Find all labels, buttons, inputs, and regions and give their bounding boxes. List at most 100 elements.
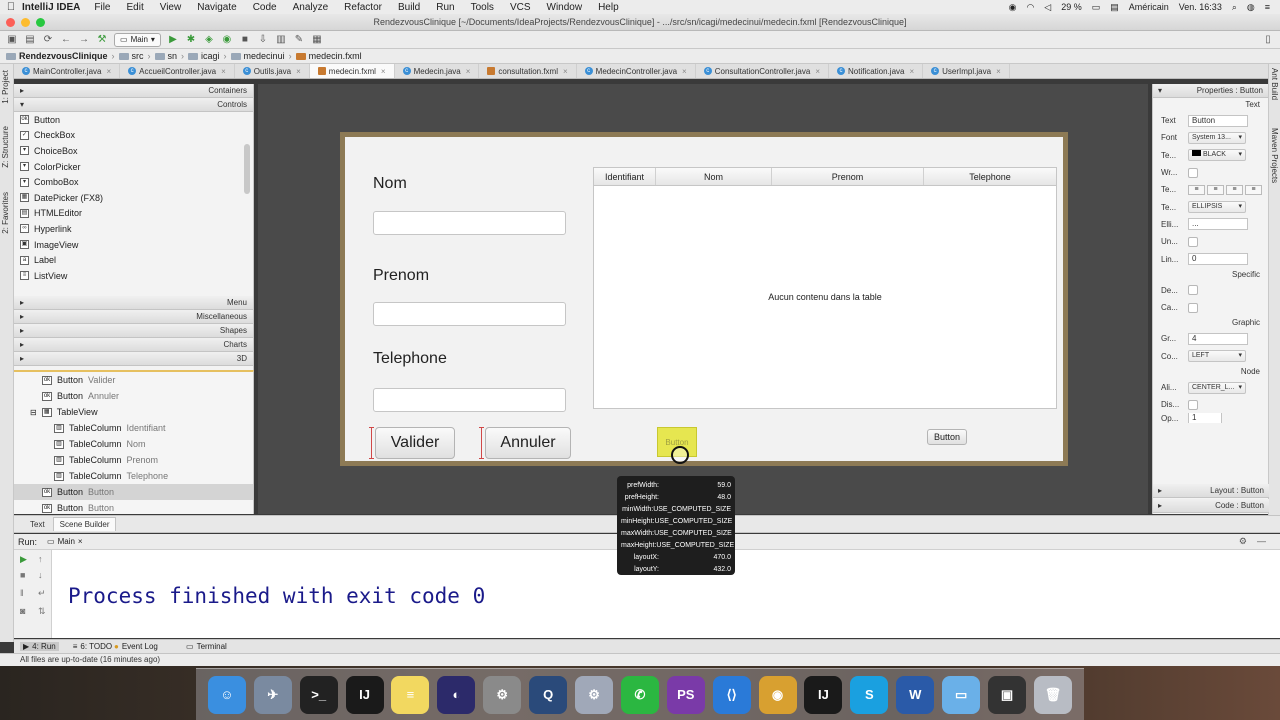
clock[interactable]: Ven. 16:33 [1179, 2, 1222, 12]
maven-projects-tool-tab[interactable]: Maven Projects [1270, 128, 1279, 183]
code-section-header[interactable]: ▸ Code : Button [1153, 499, 1269, 513]
library-item-combobox[interactable]: ▾ ComboBox [14, 174, 253, 190]
build-artifact-icon[interactable]: ⇩ [257, 34, 269, 46]
align-justify-icon[interactable]: ≡ [1245, 184, 1262, 195]
breadcrumb-project[interactable]: RendezvousClinique [6, 51, 108, 61]
battery-percent[interactable]: 29 % [1061, 2, 1082, 12]
sort-icon[interactable]: ⇅ [38, 606, 46, 617]
hierarchy-row-selected[interactable]: ok Button Button [14, 484, 253, 500]
battery-icon[interactable]: ▭ [1092, 2, 1101, 13]
library-item-checkbox[interactable]: ✓ CheckBox [14, 128, 253, 144]
telephone-label[interactable]: Telephone [373, 350, 447, 368]
column-header-prenom[interactable]: Prenom [772, 168, 924, 185]
disable-checkbox[interactable] [1188, 399, 1198, 410]
menu-vcs[interactable]: VCS [510, 2, 531, 13]
tab-outils[interactable]: c Outils.java × [235, 64, 310, 78]
library-section-3d[interactable]: ▸ 3D [14, 352, 253, 366]
favorites-tool-tab[interactable]: 2: Favorites [1, 192, 10, 234]
forward-icon[interactable]: → [78, 34, 90, 46]
hierarchy-row[interactable]: ▥ TableColumn Prenom [14, 452, 253, 468]
debug-icon[interactable]: ✱ [185, 34, 197, 46]
system-preferences-icon[interactable]: ⚙ [483, 675, 522, 714]
text-field[interactable]: Button [1188, 114, 1248, 127]
nom-input[interactable] [373, 211, 566, 235]
app-menu[interactable]: IntelliJ IDEA [22, 2, 80, 13]
trash-icon[interactable]: 🗑 [1033, 675, 1072, 714]
settings-icon[interactable]: ⚙ [575, 675, 614, 714]
back-icon[interactable]: ← [60, 34, 72, 46]
folder-icon[interactable]: ▭ [942, 675, 981, 714]
apple-icon[interactable]:  [0, 1, 22, 13]
cancel-button-checkbox[interactable] [1188, 302, 1198, 313]
annuler-button[interactable]: Annuler [485, 427, 571, 459]
phpstorm-icon[interactable]: PS [666, 675, 705, 714]
alignment-select[interactable]: CENTER_L... ▾ [1188, 381, 1246, 394]
menu-refactor[interactable]: Refactor [344, 2, 382, 13]
intellij-icon[interactable]: IJ [345, 675, 384, 714]
pause-icon[interactable]: ‖ [20, 588, 24, 598]
run-config-select[interactable]: ▭ Main ▾ [114, 32, 161, 47]
breadcrumb-medecinui[interactable]: medecinui [230, 51, 285, 61]
profile-icon[interactable]: ◉ [221, 34, 233, 46]
up-arrow-icon[interactable]: ↑ [38, 554, 43, 564]
word-icon[interactable]: W [896, 675, 935, 714]
wrap-icon[interactable]: ↵ [38, 588, 46, 599]
library-item-datepicker[interactable]: ▦ DatePicker (FX8) [14, 190, 253, 206]
library-item-hyperlink[interactable]: ∞ Hyperlink [14, 221, 253, 237]
properties-section-header[interactable]: ▾ Properties : Button [1153, 84, 1268, 98]
library-item-colorpicker[interactable]: ▾ ColorPicker [14, 159, 253, 175]
close-icon[interactable]: × [106, 67, 111, 76]
breadcrumb-file[interactable]: medecin.fxml [295, 51, 362, 61]
nom-label[interactable]: Nom [373, 175, 407, 193]
library-section-charts[interactable]: ▸ Charts [14, 338, 253, 352]
library-section-containers[interactable]: ▸ Containers [14, 84, 253, 98]
quicktime-icon[interactable]: Q [529, 675, 568, 714]
hierarchy-row[interactable]: ok Button Button [14, 500, 253, 516]
library-item-listview[interactable]: ≡ ListView [14, 268, 253, 284]
valider-button[interactable]: Valider [375, 427, 455, 459]
menu-analyze[interactable]: Analyze [293, 2, 329, 13]
breadcrumb-icagi[interactable]: icagi [188, 51, 220, 61]
column-header-identifiant[interactable]: Identifiant [594, 168, 656, 185]
hierarchy-row[interactable]: ok Button Valider [14, 372, 253, 388]
sync-icon[interactable]: ⟳ [42, 34, 54, 46]
gear-icon[interactable]: ⚙ [1239, 536, 1247, 547]
coverage-icon[interactable]: ◈ [203, 34, 215, 46]
siri-icon[interactable]: ◍ [1247, 2, 1255, 13]
vscode-icon[interactable]: ⟨⟩ [712, 675, 751, 714]
split-editor-icon[interactable]: ▯ [1262, 34, 1274, 46]
notes-icon[interactable]: ≡ [391, 675, 430, 714]
breadcrumb-sn[interactable]: sn [154, 51, 177, 61]
save-icon[interactable]: ▣ [6, 34, 18, 46]
text-overrun-select[interactable]: ELLIPSIS ▾ [1188, 201, 1246, 214]
ant-build-tool-tab[interactable]: Ant Build [1270, 68, 1279, 100]
close-icon[interactable]: × [815, 67, 820, 76]
close-icon[interactable]: × [296, 67, 301, 76]
zoom-window-button[interactable] [36, 18, 45, 27]
close-icon[interactable]: × [682, 67, 687, 76]
library-item-choicebox[interactable]: ▾ ChoiceBox [14, 143, 253, 159]
breadcrumb-src[interactable]: src [118, 51, 144, 61]
close-icon[interactable]: × [78, 537, 83, 546]
wifi-icon[interactable]: ◠ [1026, 2, 1034, 13]
align-right-icon[interactable]: ≡ [1226, 184, 1243, 195]
down-arrow-icon[interactable]: ↓ [38, 570, 43, 580]
layout-section-header[interactable]: ▸ Layout : Button [1153, 484, 1269, 498]
menu-code[interactable]: Code [253, 2, 277, 13]
library-section-miscellaneous[interactable]: ▸ Miscellaneous [14, 310, 253, 324]
screen-icon[interactable]: ▣ [988, 675, 1027, 714]
ellipsis-field[interactable]: ... [1188, 218, 1248, 231]
menu-window[interactable]: Window [547, 2, 583, 13]
column-header-nom[interactable]: Nom [656, 168, 772, 185]
prenom-input[interactable] [373, 302, 566, 326]
tab-consultation-controller[interactable]: c ConsultationController.java × [696, 64, 829, 78]
hierarchy-row[interactable]: ▥ TableColumn Nom [14, 436, 253, 452]
hierarchy-row[interactable]: ▥ TableColumn Identifiant [14, 420, 253, 436]
line-spacing-field[interactable]: 0 [1188, 253, 1248, 266]
opacity-field[interactable]: 1 [1188, 413, 1222, 424]
wrench-icon[interactable]: ✎ [293, 34, 305, 46]
content-display-select[interactable]: LEFT ▾ [1188, 350, 1246, 363]
library-scrollbar[interactable] [244, 144, 250, 194]
record-icon[interactable]: ◉ [1009, 2, 1017, 13]
skype-icon[interactable]: S [850, 675, 889, 714]
